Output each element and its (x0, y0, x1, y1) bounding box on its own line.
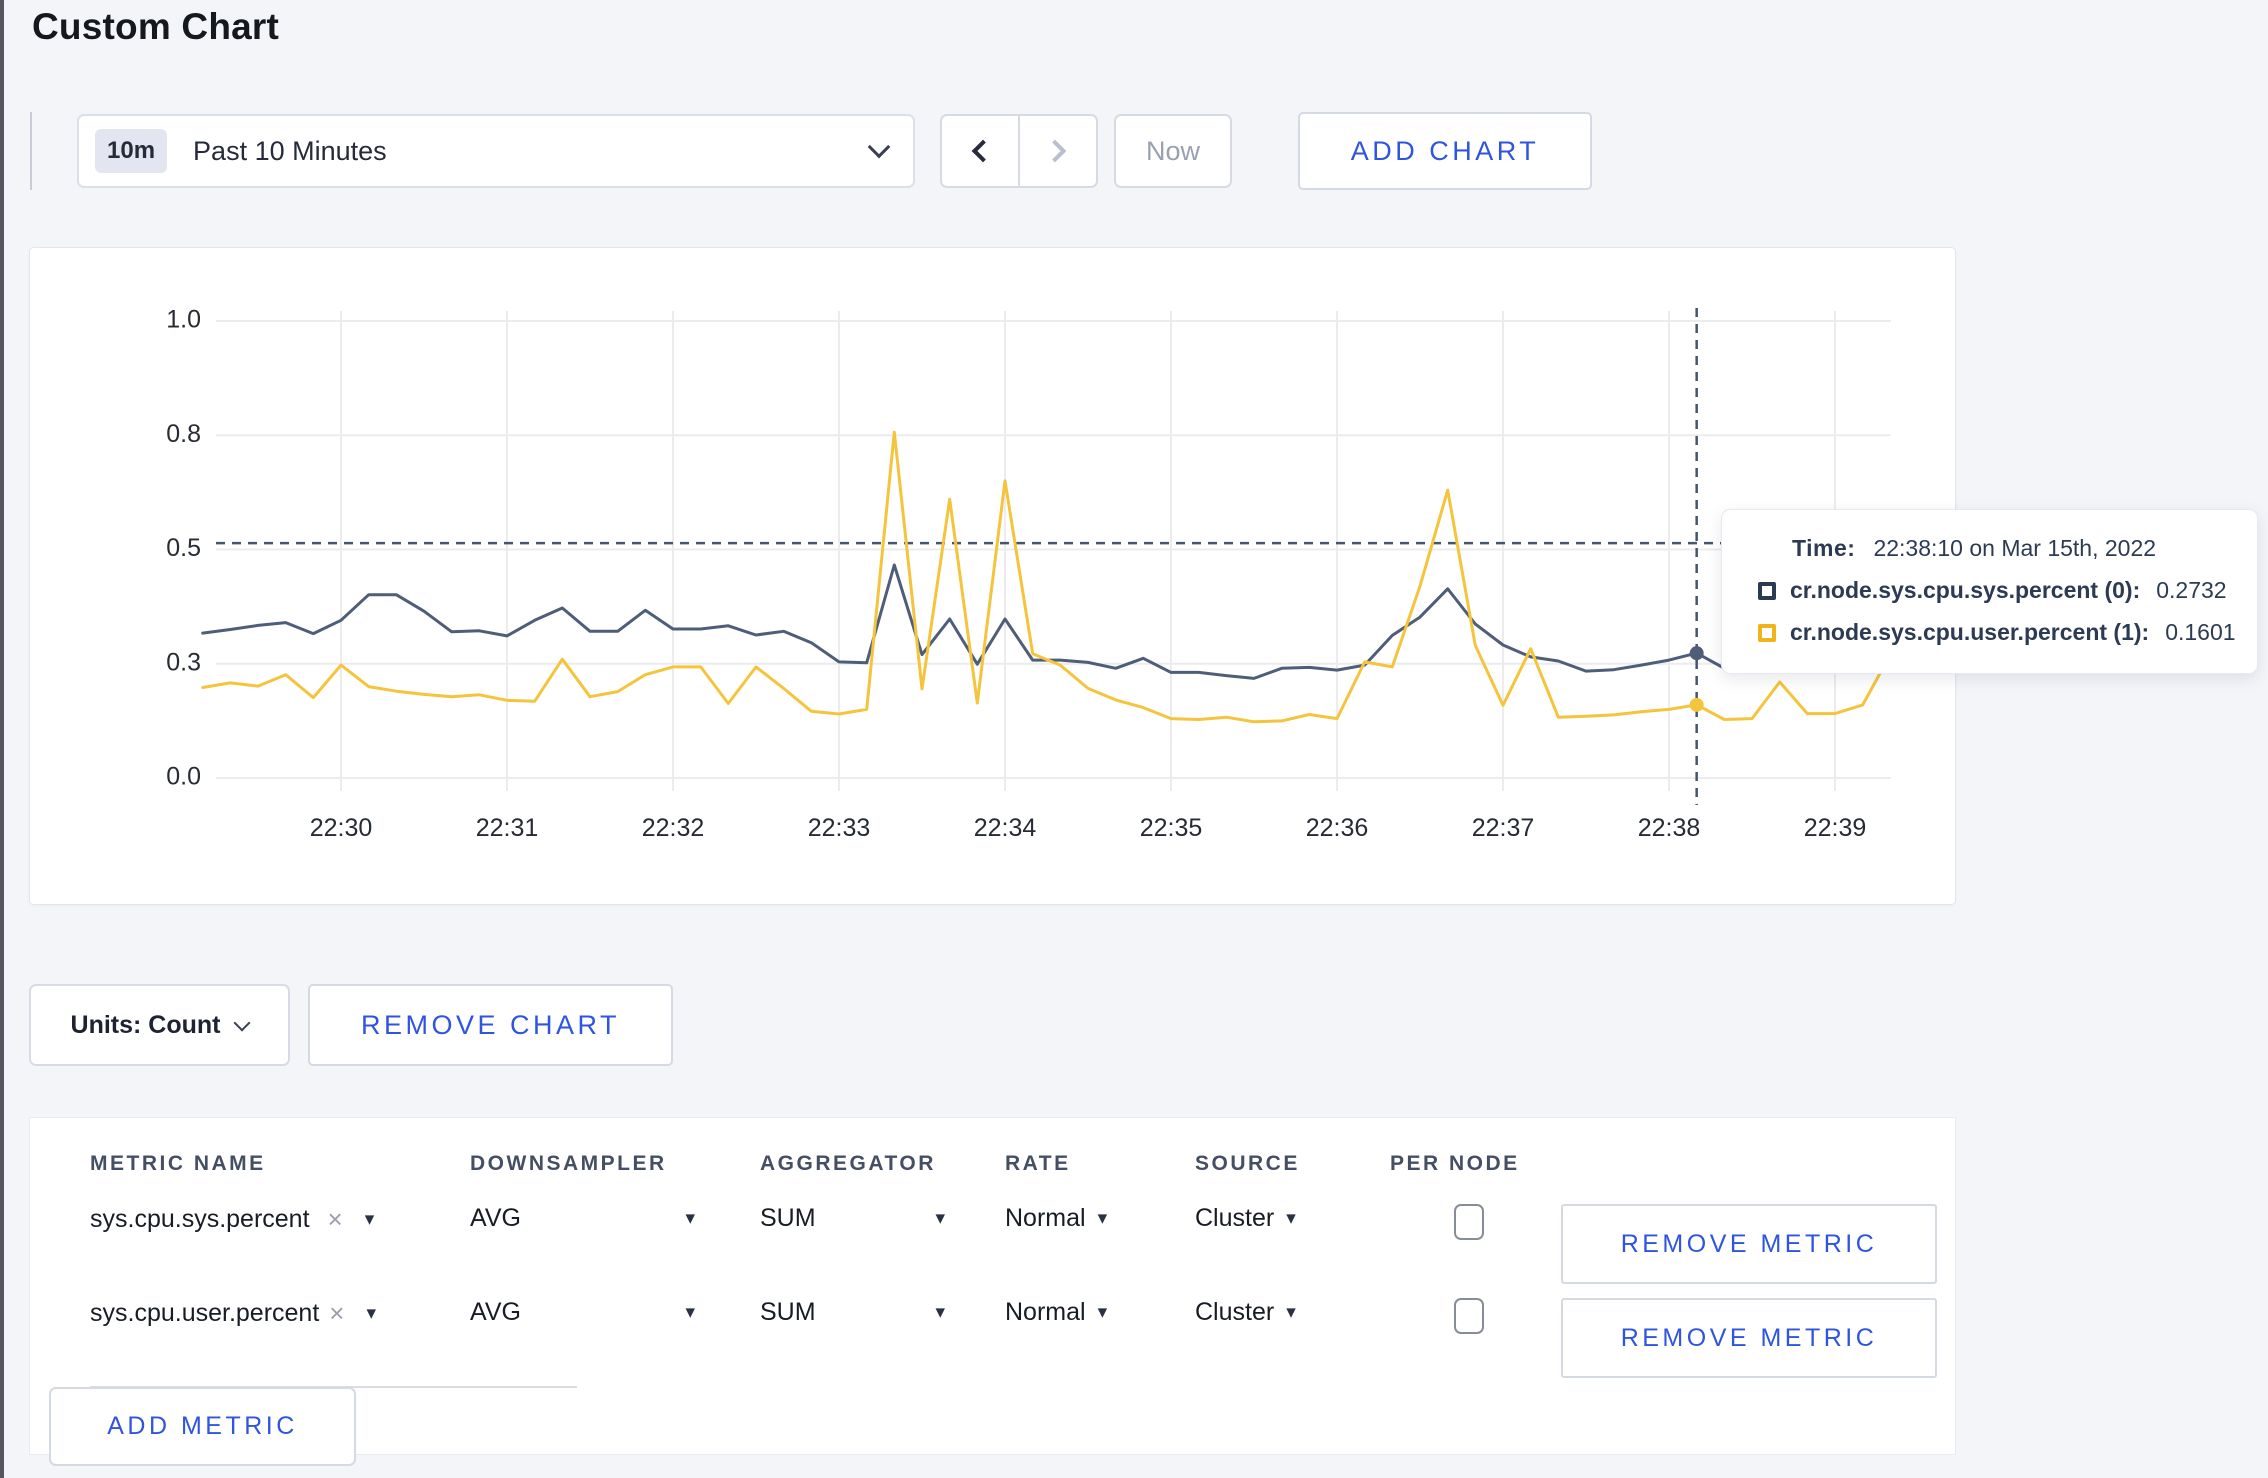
tooltip-time-row: Time: 22:38:10 on Mar 15th, 2022 (1758, 535, 2237, 562)
source-value: Cluster (1195, 1298, 1275, 1326)
rate-select[interactable]: Normal ▾ (1005, 1204, 1107, 1233)
tooltip-time-value: 22:38:10 on Mar 15th, 2022 (1873, 535, 2157, 561)
remove-metric-button[interactable]: REMOVE METRIC (1561, 1298, 1937, 1378)
metric-name-value: sys.cpu.sys.percent (90, 1205, 310, 1233)
caret-down-icon: ▾ (1286, 1302, 1296, 1323)
x-axis-tick-label: 22:32 (642, 814, 705, 842)
caret-down-icon: ▾ (1097, 1302, 1108, 1323)
series-line-user (201, 430, 1892, 724)
per-node-cell (1454, 1204, 1484, 1240)
rate-value: Normal (1005, 1204, 1086, 1232)
y-axis-tick-label: 1.0 (166, 306, 201, 334)
time-range-select[interactable]: 10m Past 10 Minutes (77, 114, 915, 188)
remove-chart-button[interactable]: REMOVE CHART (308, 984, 673, 1066)
add-metric-button[interactable]: ADD METRIC (49, 1387, 356, 1466)
sys-series-swatch-icon (1758, 581, 1776, 600)
tooltip-series-value: 0.1601 (2165, 619, 2236, 645)
downsampler-value: AVG (470, 1204, 521, 1232)
chevron-down-icon (867, 135, 891, 159)
tooltip-series-row: cr.node.sys.cpu.user.percent (1): 0.1601 (1758, 619, 2237, 646)
x-axis-tick-label: 22:39 (1804, 814, 1867, 842)
aggregator-select[interactable]: SUM ▾ (760, 1298, 945, 1327)
column-header-downsampler: DOWNSAMPLER (470, 1152, 667, 1175)
column-header-aggregator: AGGREGATOR (760, 1152, 936, 1175)
units-label: Units: Count (70, 1010, 221, 1039)
rate-select[interactable]: Normal ▾ (1005, 1298, 1107, 1327)
time-step-group (940, 114, 1098, 188)
toolbar-divider (30, 112, 32, 190)
downsampler-value: AVG (470, 1298, 521, 1326)
per-node-checkbox[interactable] (1454, 1204, 1484, 1240)
page-title: Custom Chart (32, 6, 280, 47)
chevron-right-icon (1043, 139, 1067, 163)
caret-down-icon: ▾ (1286, 1208, 1296, 1229)
chart-hover-tooltip: Time: 22:38:10 on Mar 15th, 2022 cr.node… (1721, 509, 2258, 674)
caret-down-icon: ▾ (366, 1303, 377, 1324)
tooltip-series-value: 0.2732 (2156, 577, 2227, 603)
per-node-cell (1454, 1298, 1484, 1334)
chevron-down-icon (233, 1014, 251, 1032)
user-series-swatch-icon (1758, 623, 1776, 642)
step-back-button[interactable] (942, 116, 1018, 186)
clear-metric-icon[interactable]: × (328, 1204, 343, 1235)
remove-metric-button[interactable]: REMOVE METRIC (1561, 1204, 1937, 1284)
series-line-sys (201, 563, 1892, 680)
y-axis-tick-label: 0.0 (166, 763, 201, 791)
source-select[interactable]: Cluster ▾ (1195, 1298, 1296, 1327)
y-axis-tick-label: 0.3 (166, 648, 201, 676)
x-axis-tick-label: 22:36 (1306, 814, 1369, 842)
rate-value: Normal (1005, 1298, 1086, 1326)
column-header-per-node: PER NODE (1390, 1152, 1520, 1175)
y-axis-tick-label: 0.8 (166, 420, 201, 448)
tooltip-time-label: Time: (1792, 535, 1856, 561)
caret-down-icon: ▾ (364, 1209, 375, 1230)
screen-left-edge (0, 0, 4, 1478)
aggregator-value: SUM (760, 1298, 816, 1326)
caret-down-icon: ▾ (685, 1302, 695, 1323)
x-axis-tick-label: 22:30 (310, 814, 373, 842)
x-axis-tick-label: 22:34 (974, 814, 1037, 842)
now-button[interactable]: Now (1114, 114, 1232, 188)
chevron-left-icon (971, 139, 995, 163)
custom-chart-panel[interactable]: 0.0 0.3 0.5 0.8 1.0 22:30 22:31 22:32 22:33 22:34… (29, 247, 1956, 905)
downsampler-select[interactable]: AVG ▾ (470, 1298, 695, 1327)
step-forward-button[interactable] (1018, 116, 1096, 186)
tooltip-series-row: cr.node.sys.cpu.sys.percent (0): 0.2732 (1758, 577, 2237, 604)
caret-down-icon: ▾ (685, 1208, 695, 1229)
column-header-metric-name: METRIC NAME (90, 1152, 266, 1175)
time-range-badge: 10m (95, 129, 168, 173)
tooltip-series-label: cr.node.sys.cpu.user.percent (1): (1790, 619, 2150, 645)
column-header-rate: RATE (1005, 1152, 1071, 1175)
metric-name-select[interactable]: sys.cpu.sys.percent × ▾ (90, 1204, 374, 1235)
per-node-checkbox[interactable] (1454, 1298, 1484, 1334)
x-axis-tick-label: 22:38 (1638, 814, 1701, 842)
source-select[interactable]: Cluster ▾ (1195, 1204, 1296, 1233)
table-row: sys.cpu.user.percent × ▾ AVG ▾ SUM ▾ Nor… (30, 1298, 1955, 1378)
y-axis-tick-label: 0.5 (166, 534, 201, 562)
hover-point-sys (1689, 646, 1704, 661)
clear-metric-icon[interactable]: × (329, 1298, 344, 1329)
line-chart[interactable]: 0.0 0.3 0.5 0.8 1.0 22:30 22:31 22:32 22:33 22:34… (30, 248, 1957, 906)
table-row: sys.cpu.sys.percent × ▾ AVG ▾ SUM ▾ Norm… (30, 1204, 1955, 1284)
aggregator-value: SUM (760, 1204, 816, 1232)
units-select[interactable]: Units: Count (29, 984, 290, 1066)
caret-down-icon: ▾ (1097, 1208, 1108, 1229)
x-axis-tick-label: 22:37 (1472, 814, 1535, 842)
x-axis-tick-label: 22:33 (808, 814, 871, 842)
downsampler-select[interactable]: AVG ▾ (470, 1204, 695, 1233)
metric-name-value: sys.cpu.user.percent (90, 1299, 320, 1327)
tooltip-series-label: cr.node.sys.cpu.sys.percent (0): (1790, 577, 2141, 603)
metric-name-select[interactable]: sys.cpu.user.percent × ▾ (90, 1298, 376, 1329)
caret-down-icon: ▾ (935, 1302, 945, 1323)
hover-point-user (1689, 697, 1704, 712)
source-value: Cluster (1195, 1204, 1275, 1232)
aggregator-select[interactable]: SUM ▾ (760, 1204, 945, 1233)
metrics-table: METRIC NAME DOWNSAMPLER AGGREGATOR RATE … (29, 1117, 1956, 1466)
x-axis-tick-label: 22:35 (1140, 814, 1203, 842)
caret-down-icon: ▾ (935, 1208, 945, 1229)
add-chart-button[interactable]: ADD CHART (1298, 112, 1592, 190)
x-axis-tick-label: 22:31 (476, 814, 539, 842)
time-range-label: Past 10 Minutes (193, 135, 387, 166)
column-header-source: SOURCE (1195, 1152, 1300, 1175)
